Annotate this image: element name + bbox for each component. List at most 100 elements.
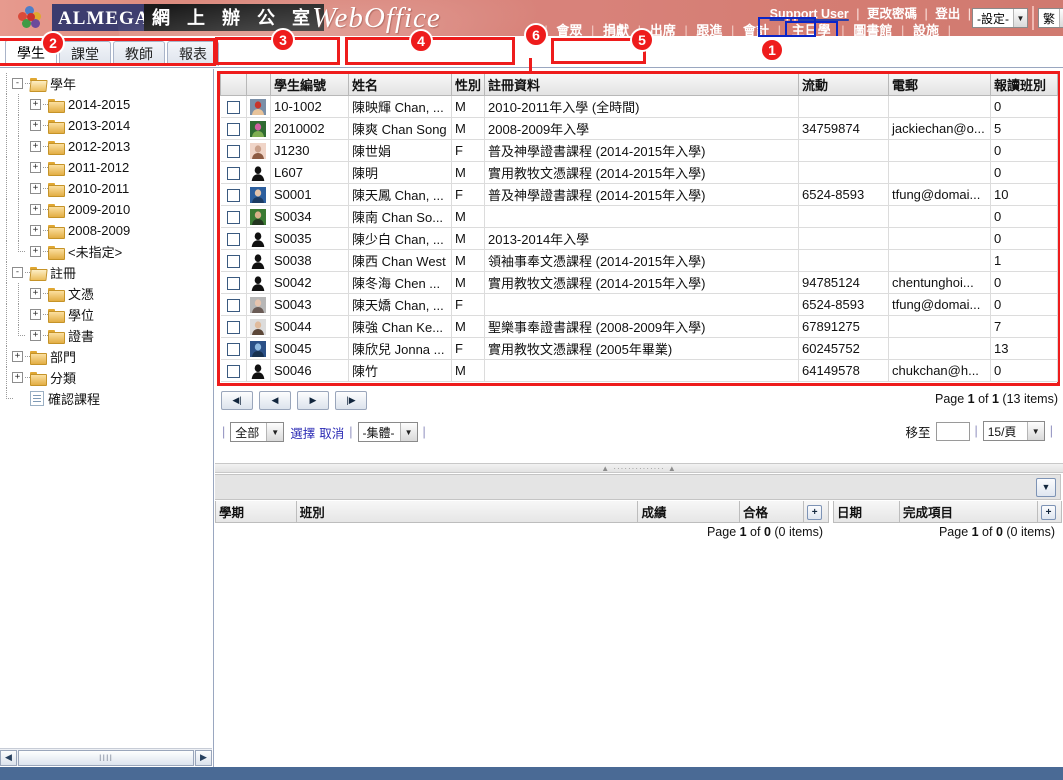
row-checkbox[interactable]	[226, 365, 240, 379]
row-checkbox[interactable]	[226, 211, 240, 225]
settings-select[interactable]: -設定- ▼	[972, 8, 1028, 28]
nav-item-congregation[interactable]: 會眾	[551, 23, 587, 36]
tree-node[interactable]: + 分類	[0, 367, 212, 388]
col-term[interactable]: 學期	[215, 501, 297, 523]
tree-node[interactable]: +2008-2009	[0, 220, 212, 241]
col-mobile[interactable]: 流動	[798, 74, 889, 96]
row-checkbox[interactable]	[226, 123, 240, 137]
tree-expander-expand-icon[interactable]: +	[30, 330, 41, 341]
row-checkbox[interactable]	[226, 189, 240, 203]
table-row[interactable]: S0035 陳少白 Chan, ... M 2013-2014年入學 0	[220, 227, 1058, 250]
col-select[interactable]	[220, 74, 247, 96]
tree-node[interactable]: - 註冊	[0, 262, 212, 283]
table-row[interactable]: S0001 陳天鳳 Chan, ... F 普及神學證書課程 (2014-2015年入…	[220, 183, 1058, 206]
tree-node[interactable]: + 文憑	[0, 283, 212, 304]
nav-item-facility[interactable]: 設施	[908, 23, 944, 36]
tree-expander-expand-icon[interactable]: +	[30, 204, 41, 215]
next-page-button[interactable]: ▶	[297, 391, 329, 410]
table-row[interactable]: S0044 陳強 Chan Ke... M 聖樂事奉證書課程 (2008-2009年入…	[220, 315, 1058, 338]
first-page-button[interactable]: ◀|	[221, 391, 253, 410]
col-enrollment[interactable]: 註冊資料	[484, 74, 799, 96]
row-checkbox[interactable]	[226, 233, 240, 247]
panel-splitter[interactable]: ▲ ·············· ▲	[215, 463, 1063, 473]
col-class[interactable]: 班別	[295, 501, 639, 523]
tree-expander-expand-icon[interactable]: +	[12, 351, 23, 362]
scroll-left-icon[interactable]: ◀	[0, 749, 17, 766]
page-size-select[interactable]: 15/頁 ▼	[982, 421, 1045, 441]
tree-node[interactable]: + 證書	[0, 325, 212, 346]
add-completion-button[interactable]: +	[1041, 504, 1056, 520]
cell-select[interactable]	[220, 249, 247, 272]
cell-select[interactable]	[220, 139, 247, 162]
last-page-button[interactable]: |▶	[335, 391, 367, 410]
tree-expander-expand-icon[interactable]: +	[30, 183, 41, 194]
tree-node[interactable]: + 部門	[0, 346, 212, 367]
row-checkbox[interactable]	[226, 343, 240, 357]
tree-node[interactable]: +2009-2010	[0, 199, 212, 220]
col-gender[interactable]: 性別	[451, 74, 485, 96]
row-checkbox[interactable]	[226, 255, 240, 269]
row-checkbox[interactable]	[226, 277, 240, 291]
cell-select[interactable]	[220, 95, 247, 118]
col-name[interactable]: 姓名	[348, 74, 452, 96]
cell-select[interactable]	[220, 359, 247, 382]
table-row[interactable]: S0034 陳南 Chan So... M 0	[220, 205, 1058, 228]
tree-node[interactable]: - 學年	[0, 73, 212, 94]
cell-select[interactable]	[220, 315, 247, 338]
tree-expander-expand-icon[interactable]: +	[12, 372, 23, 383]
cell-select[interactable]	[220, 183, 247, 206]
scope-select[interactable]: 全部 ▼	[230, 422, 285, 442]
row-checkbox[interactable]	[226, 101, 240, 115]
table-row[interactable]: S0042 陳冬海 Chen ... M 實用教牧文憑課程 (2014-2015年入學…	[220, 271, 1058, 294]
tree-node[interactable]: +2011-2012	[0, 157, 212, 178]
table-row[interactable]: J1230 陳世娟 F 普及神學證書課程 (2014-2015年入學) 0	[220, 139, 1058, 162]
detail-collapse-button[interactable]: ▼	[1036, 477, 1056, 497]
table-row[interactable]: 2010002 陳爽 Chan Song M 2008-2009年入學 34759874…	[220, 117, 1058, 140]
prev-page-button[interactable]: ◀	[259, 391, 291, 410]
cell-select[interactable]	[220, 117, 247, 140]
tree-expander-expand-icon[interactable]: +	[30, 162, 41, 173]
cell-select[interactable]	[220, 205, 247, 228]
change-password-link[interactable]: 更改密碼	[867, 7, 917, 21]
table-row[interactable]: S0045 陳欣兒 Jonna ... F 實用教牧文憑課程 (2005年畢業) 602…	[220, 337, 1058, 360]
cell-select[interactable]	[220, 337, 247, 360]
scroll-right-icon[interactable]: ▶	[195, 749, 212, 766]
tree-expander-expand-icon[interactable]: +	[30, 99, 41, 110]
tab-class[interactable]: 課堂	[59, 41, 111, 66]
tree-expander-collapse-icon[interactable]: -	[12, 267, 23, 278]
select-all-link[interactable]: 選擇	[290, 423, 315, 442]
table-row[interactable]: 10-1002 陳映輝 Chan, ... M 2010-2011年入學 (全時間) 0	[220, 95, 1058, 118]
cell-select[interactable]	[220, 293, 247, 316]
col-completed-item[interactable]: 完成項目	[899, 501, 1038, 523]
group-action-select[interactable]: -集體- ▼	[357, 422, 418, 442]
scroll-thumb[interactable]: IIII	[18, 749, 194, 766]
tree-node[interactable]: +2013-2014	[0, 115, 212, 136]
tab-report[interactable]: 報表	[167, 41, 219, 66]
table-row[interactable]: L607 陳明 M 實用教牧文憑課程 (2014-2015年入學) 0	[220, 161, 1058, 184]
nav-item-followup[interactable]: 跟進	[691, 23, 727, 36]
col-photo[interactable]	[246, 74, 271, 96]
tree-node[interactable]: +2010-2011	[0, 178, 212, 199]
tree-expander-collapse-icon[interactable]: -	[12, 78, 23, 89]
col-grade[interactable]: 成績	[637, 501, 740, 523]
tree-node[interactable]: + 學位	[0, 304, 212, 325]
col-classes[interactable]: 報讀班別	[990, 74, 1058, 96]
table-row[interactable]: S0046 陳竹 M 64149578 chukchan@h... 0	[220, 359, 1058, 382]
cell-select[interactable]	[220, 227, 247, 250]
move-to-input[interactable]	[935, 421, 970, 441]
cell-select[interactable]	[220, 271, 247, 294]
col-date[interactable]: 日期	[833, 501, 900, 523]
tree-expander-expand-icon[interactable]: +	[30, 120, 41, 131]
tree-node[interactable]: +2012-2013	[0, 136, 212, 157]
nav-item-library[interactable]: 圖書館	[848, 23, 897, 36]
row-checkbox[interactable]	[226, 321, 240, 335]
col-email[interactable]: 電郵	[888, 74, 991, 96]
tree-expander-expand-icon[interactable]: +	[30, 225, 41, 236]
col-pass[interactable]: 合格	[738, 501, 805, 523]
add-grade-button[interactable]: +	[807, 504, 823, 520]
cell-select[interactable]	[220, 161, 247, 184]
language-select[interactable]: 繁 ▼	[1038, 8, 1063, 28]
row-checkbox[interactable]	[226, 299, 240, 313]
tree-expander-expand-icon[interactable]: +	[30, 309, 41, 320]
row-checkbox[interactable]	[226, 145, 240, 159]
